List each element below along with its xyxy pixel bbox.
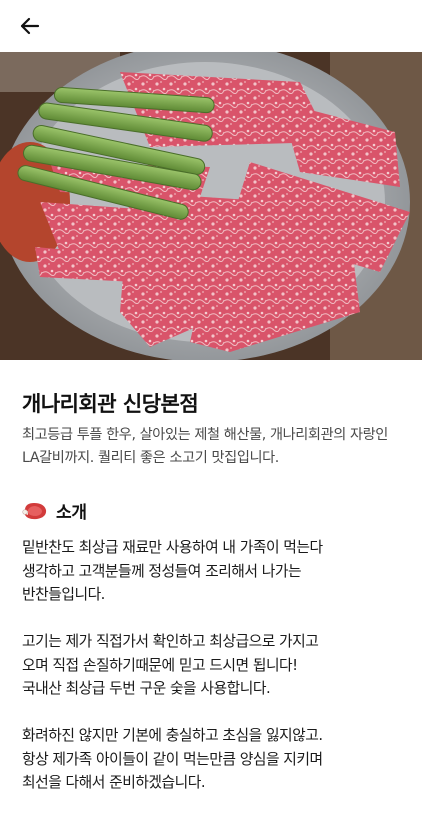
intro-title: 소개 [56, 503, 87, 523]
intro-paragraph: 고기는 제가 직접가서 확인하고 최상급으로 가지고 오며 직접 손질하기때문에… [22, 633, 319, 697]
arrow-left-icon [20, 17, 40, 35]
intro-paragraph: 화려하진 않지만 기본에 충실하고 초심을 잃지않고. 항상 제가족 아이들이 … [22, 727, 323, 791]
top-bar [0, 0, 422, 52]
intro-paragraph: 밑반찬도 최상급 재료만 사용하여 내 가족이 먹는다 생각하고 고객분들께 정… [22, 539, 323, 603]
store-description: 최고등급 투플 한우, 살아있는 제철 해산물, 개나리회관의 자랑인 LA갈비… [22, 427, 388, 466]
intro-body: 밑반찬도 최상급 재료만 사용하여 내 가족이 먹는다 생각하고 고객분들께 정… [22, 536, 410, 818]
store-name: 개나리회관 신당본점 [22, 392, 199, 416]
store-photo [0, 52, 422, 360]
back-button[interactable] [14, 10, 46, 42]
intro-section-header: 소개 [22, 498, 87, 523]
meat-icon [22, 502, 47, 519]
